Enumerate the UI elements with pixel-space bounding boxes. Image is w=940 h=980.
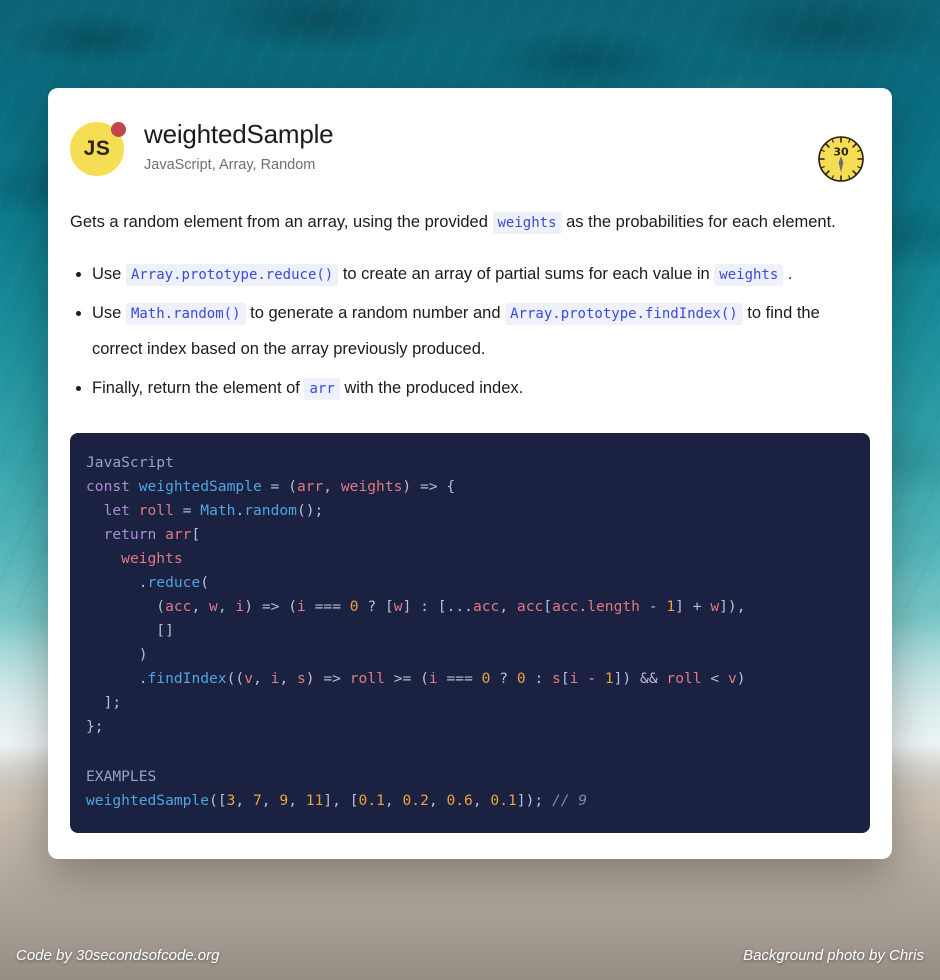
snippet-card: JS weightedSample JavaScript, Array, Ran… xyxy=(48,88,892,859)
code-examples-label: EXAMPLES xyxy=(86,767,157,785)
code-source: const weightedSample = (arr, weights) =>… xyxy=(86,477,746,735)
inline-code: Math.random() xyxy=(125,303,246,326)
inline-code-weights: weights xyxy=(492,212,562,234)
inline-code: weights xyxy=(714,264,784,286)
list-item: Use Array.prototype.reduce() to create a… xyxy=(76,257,870,292)
inline-code: Array.prototype.findIndex() xyxy=(505,303,743,326)
description-after: as the probabilities for each element. xyxy=(566,213,836,231)
step-text: Finally, return the element of xyxy=(92,379,300,398)
header-text: weightedSample JavaScript, Array, Random xyxy=(144,119,334,173)
list-item: Use Math.random() to generate a random n… xyxy=(76,296,870,367)
avatar-label: JS xyxy=(83,137,111,160)
step-text: Use xyxy=(92,304,122,323)
snippet-tags: JavaScript, Array, Random xyxy=(144,156,316,173)
footer-credit-photo: Background photo by Chris xyxy=(743,947,924,964)
inline-code: Array.prototype.reduce() xyxy=(125,264,339,286)
clock-badge-icon: 30 xyxy=(816,134,866,184)
step-text: Use xyxy=(92,265,122,283)
snippet-description: Gets a random element from an array, usi… xyxy=(70,206,870,239)
list-item: Finally, return the element of arr with … xyxy=(76,371,870,406)
card-header: JS weightedSample JavaScript, Array, Ran… xyxy=(70,119,870,184)
inline-code: arr xyxy=(304,378,340,401)
steps-list: Use Array.prototype.reduce() to create a… xyxy=(70,257,870,407)
step-text: . xyxy=(787,265,793,283)
code-example-source: weightedSample([3, 7, 9, 11], [0.1, 0.2,… xyxy=(86,791,588,809)
page-title: weightedSample xyxy=(144,119,334,149)
step-text: with the produced index. xyxy=(344,379,524,398)
step-text: to create an array of partial sums for e… xyxy=(342,265,710,283)
code-language-label: JavaScript xyxy=(86,453,174,471)
avatar-status-dot-icon xyxy=(111,122,126,137)
code-block[interactable]: JavaScript const weightedSample = (arr, … xyxy=(70,432,870,833)
step-text: to generate a random number and xyxy=(250,304,501,323)
avatar: JS xyxy=(70,122,126,176)
description-before: Gets a random element from an array, usi… xyxy=(70,213,488,231)
footer-credit-code: Code by 30secondsofcode.org xyxy=(16,947,220,964)
footer: Code by 30secondsofcode.org Background p… xyxy=(0,947,940,964)
